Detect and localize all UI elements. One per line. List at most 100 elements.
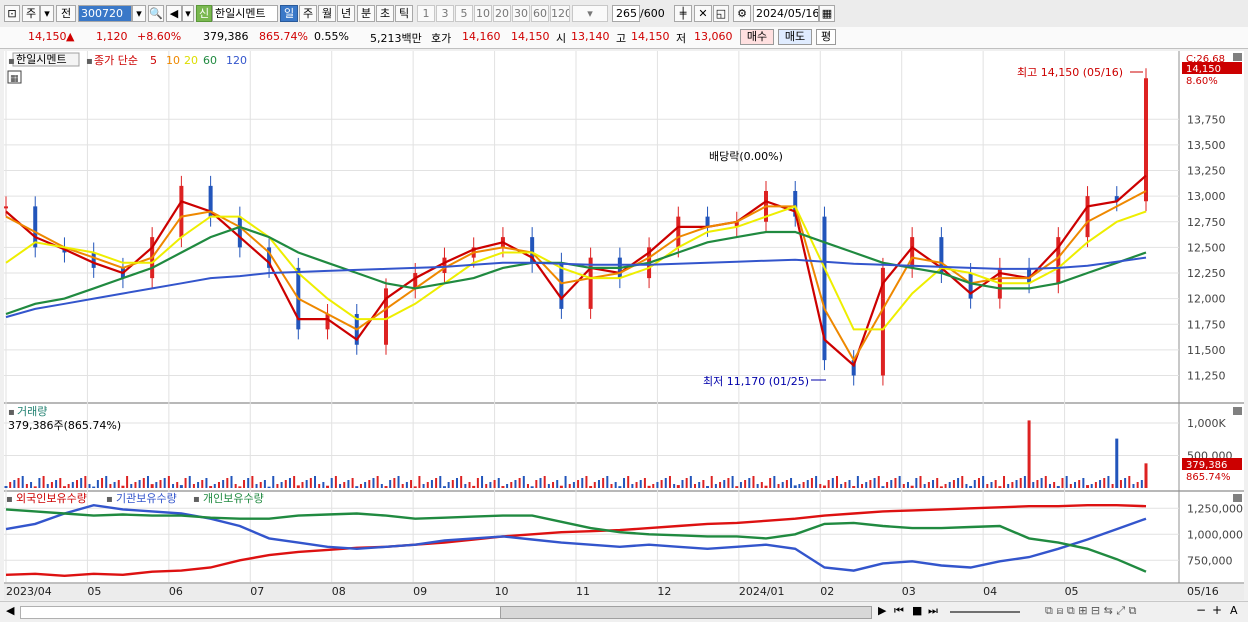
volume-bar (109, 484, 112, 488)
volume-bar (802, 482, 805, 488)
volume-bar (890, 480, 893, 488)
scroll-thumb[interactable] (500, 606, 872, 619)
volume-bar (117, 480, 120, 488)
volume-bar (17, 478, 20, 488)
volume-bar (668, 476, 671, 488)
volume-bar (898, 476, 901, 488)
date-tick-label: 09 (413, 585, 427, 598)
volume-bar (564, 476, 567, 488)
volume-bar (1090, 484, 1093, 488)
volume-bar (309, 478, 312, 488)
rewind-icon[interactable]: ⏮ (894, 604, 904, 618)
volume-bar (618, 486, 622, 488)
play-icon[interactable]: ▶ (878, 604, 886, 617)
price-tick-label: 11,250 (1187, 370, 1226, 383)
zoom-out-icon[interactable]: − (1196, 603, 1206, 617)
volume-bar (201, 480, 204, 488)
volume-bar (188, 476, 191, 488)
volume-bar (902, 484, 905, 488)
volume-bar (493, 480, 496, 488)
candle-body (91, 252, 96, 268)
volume-bar (359, 484, 362, 488)
volume-bar (67, 484, 70, 488)
price-panel-name: 한일시멘트 (16, 52, 67, 66)
volume-bar (464, 484, 467, 488)
volume-bar (647, 485, 651, 488)
candle-body (33, 206, 38, 248)
close-icon[interactable] (1233, 53, 1242, 61)
auto-scale-icon[interactable]: A (1230, 604, 1238, 617)
volume-bar (944, 484, 947, 488)
stop-icon[interactable]: ■ (912, 604, 922, 617)
zoom-slider[interactable] (950, 611, 1020, 613)
high-annotation: 최고 14,150 (05/16) (1017, 66, 1123, 79)
volume-bar (1019, 478, 1022, 488)
volume-bar (822, 485, 826, 488)
volume-bar (1099, 480, 1102, 488)
holder-tick-label: 1,250,000 (1187, 502, 1243, 515)
volume-bar (714, 484, 717, 488)
volume-bar (343, 482, 346, 488)
volume-bar (259, 482, 262, 488)
volume-bar (405, 482, 408, 488)
zoom-in-icon[interactable]: + (1212, 603, 1222, 617)
volume-bar (919, 476, 922, 488)
volume-bar (1061, 478, 1064, 488)
scroll-left-icon[interactable]: ◀ (6, 604, 14, 617)
volume-bar (869, 480, 872, 488)
volume-bar (877, 476, 880, 488)
volume-bar (744, 480, 747, 488)
legend-dot: ▪ (6, 494, 13, 505)
volume-bar (506, 484, 509, 488)
volume-bar (973, 480, 976, 488)
volume-bar (948, 482, 951, 488)
volume-bar (777, 484, 780, 488)
volume-bar (485, 484, 488, 488)
candle-body (442, 257, 447, 273)
volume-bar (105, 476, 108, 488)
volume-bar (1140, 480, 1143, 488)
volume-bar (602, 478, 605, 488)
volume-bar (184, 478, 187, 488)
volume-bar (1015, 480, 1018, 488)
volume-bar (610, 484, 613, 488)
ma10-legend: 10 (166, 54, 180, 67)
volume-bar (138, 480, 141, 488)
price-tick-label: 12,000 (1187, 293, 1226, 306)
volume-bar (130, 484, 133, 488)
scroll-track[interactable] (20, 606, 502, 619)
volume-panel-bg (4, 404, 1179, 490)
volume-bar (192, 484, 195, 488)
volume-bar (476, 478, 479, 488)
volume-bar (781, 482, 784, 488)
volume-bar (681, 480, 684, 488)
volume-bar (451, 480, 454, 488)
volume-bar (280, 482, 283, 488)
volume-bar (961, 476, 964, 488)
volume-bar (267, 486, 271, 488)
legend-dot: ▪ (193, 494, 200, 505)
close-icon[interactable] (1233, 407, 1242, 415)
price-tick-label: 13,000 (1187, 190, 1226, 203)
volume-bar (752, 476, 755, 488)
close-icon[interactable] (1233, 494, 1242, 502)
volume-bar (656, 482, 659, 488)
forward-icon[interactable]: ⏭ (928, 604, 938, 618)
chart-canvas[interactable]: 11,250 11,500 11,750 12,000 12,250 12,500 12,7… (0, 0, 1248, 621)
volume-bar (9, 482, 12, 488)
volume-bar (1056, 486, 1060, 488)
volume-bar (606, 476, 609, 488)
volume-value-label: 379,386주(865.74%) (8, 419, 121, 432)
volume-bar (334, 476, 337, 488)
date-tick-label: 05/16 (1187, 585, 1219, 598)
volume-bar (80, 478, 83, 488)
volume-bar (197, 482, 200, 488)
grid-icon[interactable]: ▦ (10, 74, 19, 84)
volume-bar (59, 478, 62, 488)
volume-badge-text: 379,386 (1186, 460, 1227, 471)
layout-icons[interactable]: ⧉ ⧈ ⧉ ⊞ ⊟ ⇆ ⤢ ⧉ (1045, 604, 1136, 618)
date-tick-label: 2023/04 (6, 585, 52, 598)
volume-bar (793, 485, 797, 488)
volume-bar (351, 478, 354, 488)
ma60-legend: 60 (203, 54, 217, 67)
